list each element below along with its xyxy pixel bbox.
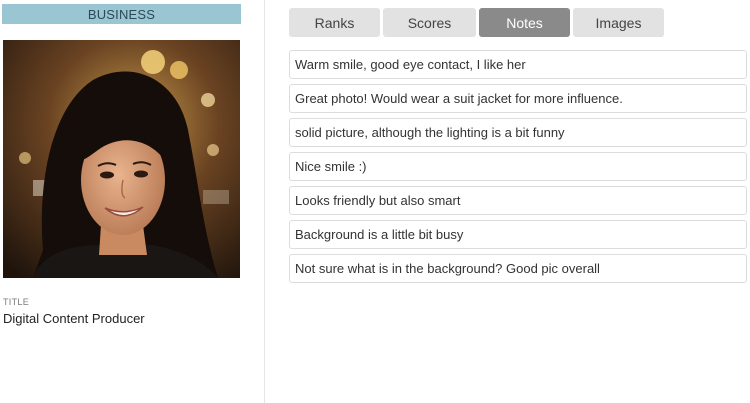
column-divider bbox=[264, 0, 265, 403]
note-item: Background is a little bit busy bbox=[289, 220, 747, 249]
note-item: Warm smile, good eye contact, I like her bbox=[289, 50, 747, 79]
notes-list: Warm smile, good eye contact, I like her… bbox=[289, 50, 747, 288]
tab-bar: Ranks Scores Notes Images bbox=[289, 8, 664, 37]
note-item: solid picture, although the lighting is … bbox=[289, 118, 747, 147]
tab-ranks[interactable]: Ranks bbox=[289, 8, 380, 37]
note-item: Nice smile :) bbox=[289, 152, 747, 181]
job-title: Digital Content Producer bbox=[3, 311, 145, 326]
tab-notes[interactable]: Notes bbox=[479, 8, 570, 37]
profile-photo bbox=[3, 40, 240, 278]
category-banner: BUSINESS bbox=[2, 4, 241, 24]
tab-scores[interactable]: Scores bbox=[383, 8, 476, 37]
note-item: Not sure what is in the background? Good… bbox=[289, 254, 747, 283]
tab-images[interactable]: Images bbox=[573, 8, 664, 37]
profile-panel: BUSINESS TITLE Digital Content Producer bbox=[0, 0, 264, 403]
note-item: Looks friendly but also smart bbox=[289, 186, 747, 215]
note-item: Great photo! Would wear a suit jacket fo… bbox=[289, 84, 747, 113]
title-label: TITLE bbox=[3, 297, 30, 307]
